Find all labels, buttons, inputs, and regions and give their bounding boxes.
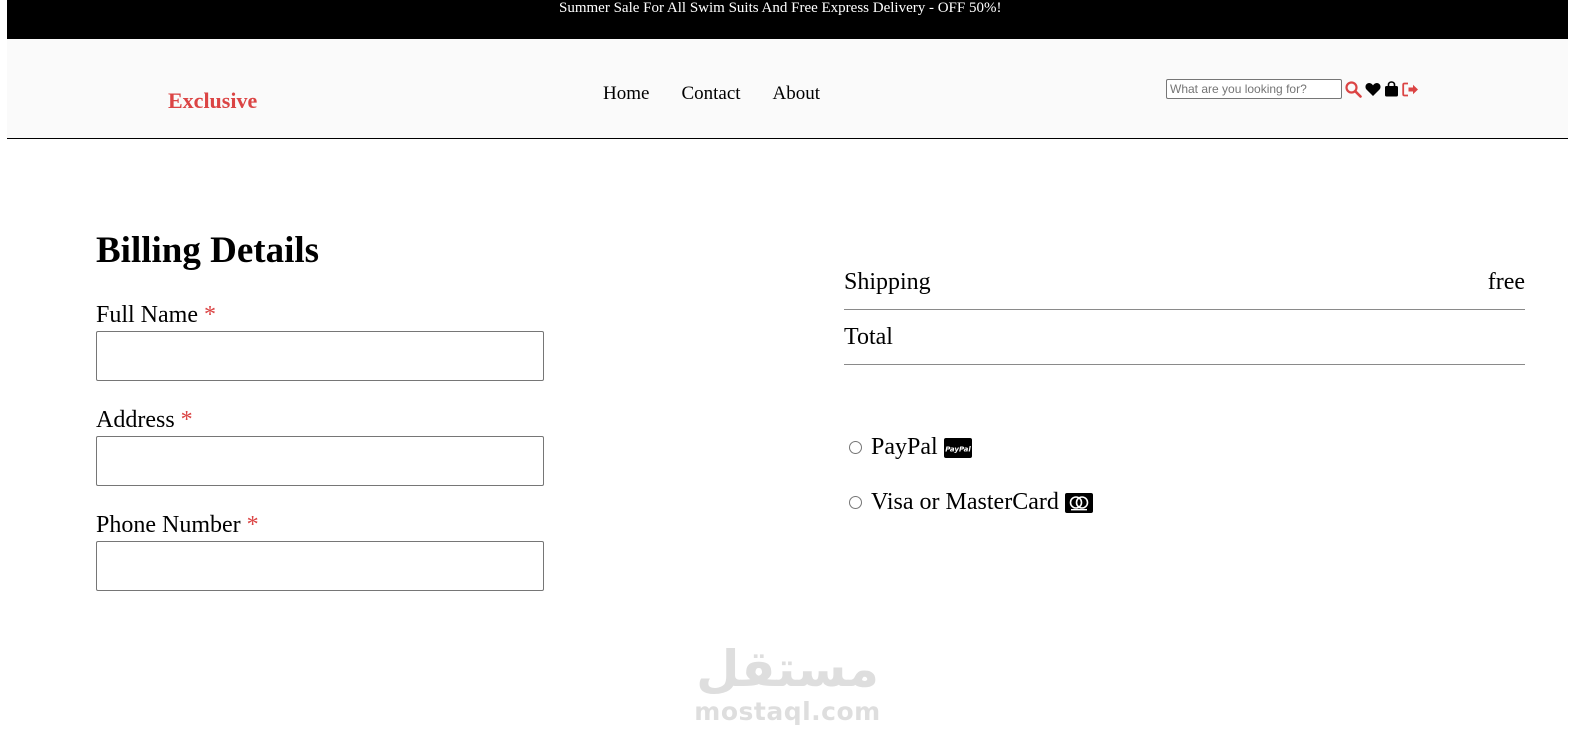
paypal-icon: PayPal <box>943 437 972 458</box>
address-label-text: Address <box>96 407 175 433</box>
heart-icon[interactable] <box>1365 82 1381 97</box>
card-radio[interactable] <box>849 496 862 509</box>
card-label: Visa or MasterCard <box>871 489 1059 515</box>
order-summary: Shipping free Total <box>844 255 1525 365</box>
billing-title: Billing Details <box>96 230 320 271</box>
payment-option-card[interactable]: Visa or MasterCard <box>849 489 1093 516</box>
required-mark: * <box>246 512 259 538</box>
promo-text: Summer Sale For All Swim Suits And Free … <box>559 0 1002 16</box>
paypal-radio[interactable] <box>849 441 862 454</box>
sign-out-icon[interactable] <box>1402 82 1419 97</box>
shipping-value: free <box>1487 268 1525 295</box>
promo-banner: Summer Sale For All Swim Suits And Free … <box>7 0 1568 39</box>
shopping-bag-icon[interactable] <box>1384 81 1399 97</box>
main-nav: Home Contact About <box>603 83 820 105</box>
total-row: Total <box>844 310 1525 365</box>
paypal-label: PayPal <box>871 434 938 460</box>
required-mark: * <box>204 302 216 328</box>
total-label: Total <box>844 323 893 350</box>
nav-home[interactable]: Home <box>603 83 649 105</box>
payment-option-paypal[interactable]: PayPal PayPal <box>849 434 972 461</box>
nav-about[interactable]: About <box>773 83 821 105</box>
page: Summer Sale For All Swim Suits And Free … <box>7 0 1579 750</box>
logo[interactable]: Exclusive <box>168 88 257 114</box>
site-header: Exclusive Home Contact About <box>7 39 1568 139</box>
address-label: Address * <box>96 407 193 434</box>
search-icon[interactable] <box>1345 80 1362 98</box>
address-input[interactable] <box>96 436 544 486</box>
shipping-row: Shipping free <box>844 255 1525 310</box>
header-actions <box>1166 79 1419 99</box>
full-name-label: Full Name * <box>96 302 216 329</box>
phone-input[interactable] <box>96 541 544 591</box>
phone-label: Phone Number * <box>96 512 259 539</box>
search-input[interactable] <box>1166 79 1342 99</box>
full-name-label-text: Full Name <box>96 302 198 328</box>
watermark-latin: mostaql.com <box>694 697 881 726</box>
svg-text:PayPal: PayPal <box>945 445 971 453</box>
required-mark: * <box>180 407 193 433</box>
full-name-input[interactable] <box>96 331 544 381</box>
phone-label-text: Phone Number <box>96 512 241 538</box>
watermark: مستقل mostaql.com <box>690 640 885 726</box>
nav-contact[interactable]: Contact <box>681 83 740 105</box>
shipping-label: Shipping <box>844 268 931 295</box>
watermark-arabic: مستقل <box>696 640 879 698</box>
mastercard-icon <box>1064 492 1093 513</box>
